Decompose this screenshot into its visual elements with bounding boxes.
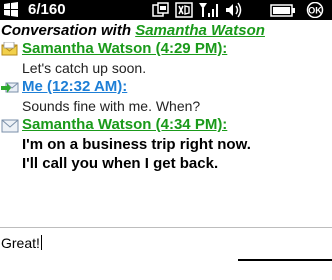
ok-icon[interactable]: OK xyxy=(300,2,330,18)
compose-input[interactable]: Great! xyxy=(0,228,332,261)
conversation-title: Conversation with Samantha Watson xyxy=(1,22,265,39)
message-body: Let's catch up soon. xyxy=(22,60,147,76)
svg-text:OK: OK xyxy=(308,6,322,16)
contact-name-link[interactable]: Samantha Watson xyxy=(135,22,265,39)
status-bar: 6/160 OK xyxy=(0,0,332,20)
message-body: I'm on a business trip right now. xyxy=(22,136,251,153)
start-icon[interactable] xyxy=(3,2,19,18)
conversation-title-prefix: Conversation with xyxy=(1,22,136,39)
message-sender[interactable]: Me (12:32 AM): xyxy=(22,78,127,95)
data-icon xyxy=(175,2,193,18)
volume-icon xyxy=(226,2,242,18)
battery-icon xyxy=(270,4,295,17)
compose-underline xyxy=(238,259,332,261)
signal-icon xyxy=(199,3,218,17)
message-sender[interactable]: Samantha Watson (4:34 PM): xyxy=(22,116,227,133)
compose-text[interactable]: Great! xyxy=(1,235,42,251)
new-message-icon xyxy=(1,119,19,133)
received-envelope-icon xyxy=(1,42,18,56)
message-body: I'll call you when I get back. xyxy=(22,155,219,172)
character-counter: 6/160 xyxy=(28,1,66,18)
message-sender[interactable]: Samantha Watson (4:29 PM): xyxy=(22,40,227,57)
text-caret xyxy=(40,235,42,250)
sync-icon xyxy=(152,2,169,17)
message-body: Sounds fine with me. When? xyxy=(22,98,201,114)
compose-value: Great! xyxy=(1,235,40,251)
sent-envelope-icon xyxy=(1,82,19,93)
